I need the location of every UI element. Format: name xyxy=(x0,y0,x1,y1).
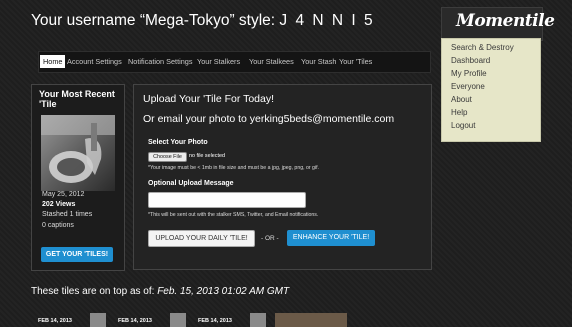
title-prefix: Your username “Mega-Tokyo” style: xyxy=(31,12,276,29)
top-tile-thumbnail-large[interactable] xyxy=(275,313,347,327)
recent-tile-photo[interactable] xyxy=(41,115,115,191)
tile-thumbnail[interactable] xyxy=(90,313,106,327)
logo[interactable]: Momentile xyxy=(456,11,555,31)
tile-date: FEB 14, 2013 xyxy=(118,318,152,324)
style-value: J 4 N N I 5 xyxy=(279,12,375,29)
email-heading: Or email your photo to yerking5beds@mome… xyxy=(143,113,395,125)
top-tile-card[interactable]: FEB 14, 2013 xyxy=(198,313,266,327)
menu-item-search-destroy[interactable]: Search & Destroy xyxy=(451,43,514,52)
recent-captions: 0 captions xyxy=(42,222,74,229)
tile-thumbnail[interactable] xyxy=(250,313,266,327)
upload-heading: Upload Your 'Tile For Today! xyxy=(143,93,274,105)
tab-account-settings[interactable]: Account Settings xyxy=(67,57,122,66)
top-tiles-heading-prefix: These tiles are on top as of: xyxy=(31,286,155,297)
recent-views: 202 Views xyxy=(42,201,76,208)
menu-item-everyone[interactable]: Everyone xyxy=(451,82,485,91)
upload-panel: Upload Your 'Tile For Today! Or email yo… xyxy=(133,84,432,270)
tile-date: FEB 14, 2013 xyxy=(38,318,72,324)
menu-item-dashboard[interactable]: Dashboard xyxy=(451,56,490,65)
recent-date: May 25, 2012 xyxy=(42,191,85,198)
page-title: Your username “Mega-Tokyo” style: J 4 N … xyxy=(31,12,375,30)
logo-box[interactable]: Momentile xyxy=(441,7,555,41)
tab-your-tiles[interactable]: Your 'Tiles xyxy=(339,57,372,66)
recent-stashed: Stashed 1 times xyxy=(42,211,93,218)
recent-tile-panel: Your Most Recent 'Tile May 25, 2012 202 … xyxy=(31,84,125,271)
photo-help-text: *Your image must be < 1mb in file size a… xyxy=(148,165,319,171)
get-tiles-button[interactable]: GET YOUR 'TILES! xyxy=(41,247,113,262)
tab-your-stalkers[interactable]: Your Stalkers xyxy=(197,57,240,66)
menu-item-my-profile[interactable]: My Profile xyxy=(451,69,487,78)
top-tile-card[interactable]: FEB 14, 2013 xyxy=(38,313,106,327)
caption-input[interactable] xyxy=(148,192,306,208)
or-separator: - OR - xyxy=(261,235,279,242)
tile-date: FEB 14, 2013 xyxy=(198,318,232,324)
tab-your-stalkees[interactable]: Your Stalkees xyxy=(249,57,294,66)
photo-label: Select Your Photo xyxy=(148,139,208,146)
tab-your-stash[interactable]: Your Stash xyxy=(301,57,336,66)
side-menu: Search & Destroy Dashboard My Profile Ev… xyxy=(441,38,541,142)
tile-thumbnail[interactable] xyxy=(170,313,186,327)
caption-help-text: *This will be sent out with the stalker … xyxy=(148,212,319,218)
tab-notification-settings[interactable]: Notification Settings xyxy=(128,57,193,66)
recent-tile-title: Your Most Recent 'Tile xyxy=(39,89,115,109)
menu-item-help[interactable]: Help xyxy=(451,108,467,117)
menu-item-about[interactable]: About xyxy=(451,95,472,104)
upload-button[interactable]: UPLOAD YOUR DAILY 'TILE! xyxy=(148,230,255,247)
enhance-button[interactable]: ENHANCE YOUR 'TILE! xyxy=(287,230,375,246)
caption-label: Optional Upload Message xyxy=(148,180,234,187)
top-tile-card[interactable]: FEB 14, 2013 xyxy=(118,313,186,327)
nav-bar: Home Account Settings Notification Setti… xyxy=(38,51,431,73)
file-status: no file selected xyxy=(189,153,225,159)
top-tiles-heading: These tiles are on top as of: Feb. 15, 2… xyxy=(31,286,289,297)
top-tiles-heading-date: Feb. 15, 2013 01:02 AM GMT xyxy=(157,286,290,297)
choose-file-button[interactable]: Choose File xyxy=(148,152,187,162)
tab-home[interactable]: Home xyxy=(40,55,66,68)
recent-photo-image xyxy=(41,115,115,191)
menu-item-logout[interactable]: Logout xyxy=(451,121,475,130)
